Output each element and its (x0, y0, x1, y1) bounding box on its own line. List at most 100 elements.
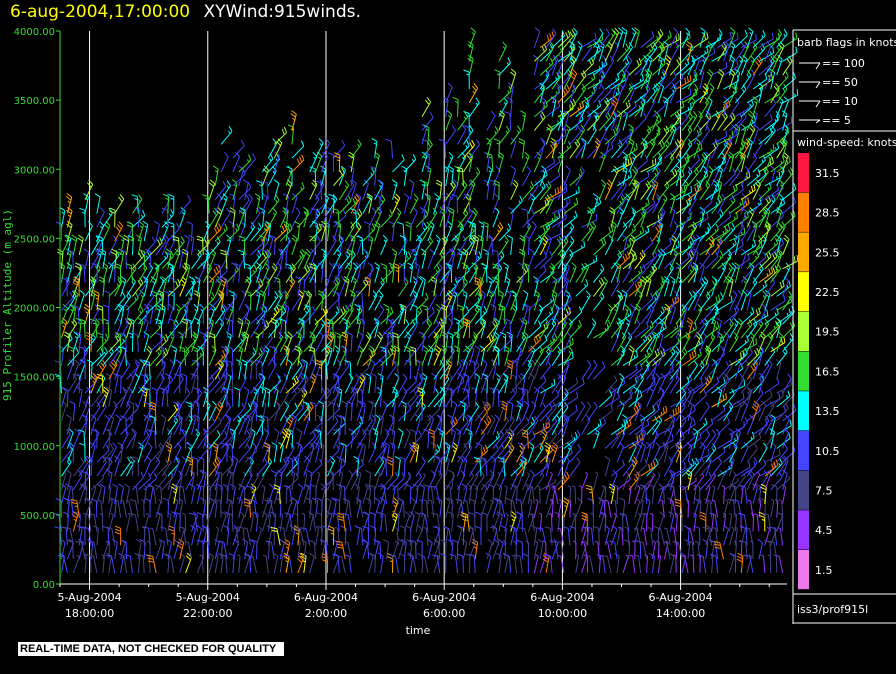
barb-half-flag (134, 297, 137, 301)
barb-shaft (380, 405, 388, 422)
wind-barb (393, 262, 400, 283)
barb-flag (304, 266, 308, 273)
barb-shaft (397, 542, 404, 560)
barb-half-flag (120, 239, 124, 242)
barb-shaft (397, 432, 404, 449)
wind-barb (114, 221, 124, 242)
wind-barb (267, 194, 280, 214)
wind-barb (126, 373, 135, 394)
wind-barb (154, 220, 160, 242)
wind-barb (256, 526, 262, 546)
barb-shaft (362, 487, 369, 504)
barb-flag (208, 182, 215, 187)
barb-half-flag (393, 504, 397, 508)
barb-half-flag (315, 526, 319, 530)
barb-flag (405, 525, 412, 529)
barb-flag (268, 483, 275, 489)
barb-half-flag (117, 308, 121, 312)
barb-flag (74, 265, 81, 270)
barb-flag (224, 223, 228, 230)
barb-half-flag (210, 280, 214, 284)
barb-half-flag (299, 255, 302, 259)
wind-barb (263, 554, 269, 573)
barb-half-flag (294, 512, 298, 515)
barb-shaft (161, 198, 171, 214)
barb-half-flag (263, 554, 267, 557)
barb-flag (247, 403, 252, 409)
wind-barb (374, 262, 380, 283)
wind-barb (380, 400, 388, 422)
wind-barb (155, 458, 169, 477)
barb-half-flag (91, 337, 95, 341)
barb-flag (418, 430, 422, 437)
barb-shaft (61, 433, 71, 449)
barb-shaft (61, 281, 71, 297)
barb-flag (320, 318, 326, 324)
barb-flag (147, 557, 154, 560)
wind-barb (291, 193, 298, 214)
barb-flag (404, 277, 409, 283)
barb-flag (140, 471, 145, 478)
barb-shaft (374, 376, 377, 394)
barb-flag (154, 332, 161, 336)
barb-flag (151, 236, 156, 243)
barb-flag (336, 543, 343, 546)
wind-barb (327, 262, 335, 283)
barb-shaft (78, 363, 86, 380)
barb-shaft (403, 394, 417, 408)
barb-shaft (309, 556, 315, 574)
wind-barb (397, 428, 404, 449)
barb-flag (405, 221, 412, 225)
barb-flag (414, 262, 420, 267)
barb-flag (71, 501, 78, 505)
barb-flag (347, 319, 352, 326)
barb-shaft (143, 335, 150, 352)
barb-flag (327, 152, 334, 156)
barb-half-flag (190, 280, 195, 284)
barb-half-flag (95, 297, 99, 300)
barb-half-flag (226, 185, 230, 189)
wind-barb (244, 402, 257, 422)
barb-half-flag (179, 485, 184, 488)
barb-half-flag (76, 554, 80, 558)
barb-shaft (288, 556, 293, 573)
barb-flag (344, 180, 350, 186)
barb-shaft (214, 186, 227, 201)
barb-shaft (111, 528, 116, 546)
barb-flag (242, 179, 249, 184)
barb-flag (323, 323, 330, 328)
barb-half-flag (318, 156, 321, 160)
barb-flag (218, 416, 222, 423)
barb-flag (337, 515, 344, 519)
barb-half-flag (157, 352, 160, 356)
barb-half-flag (174, 324, 178, 328)
barb-half-flag (149, 527, 153, 530)
wind-barb (380, 234, 388, 256)
barb-flag (228, 125, 233, 132)
barb-flag (135, 402, 139, 409)
barb-flag (212, 442, 219, 447)
wind-barb (64, 526, 74, 546)
barb-flag (311, 305, 316, 312)
barb-flag (347, 195, 352, 202)
barb-half-flag (406, 256, 409, 260)
barb-shaft (72, 403, 76, 421)
barb-shaft (409, 406, 421, 422)
barb-flag (316, 236, 321, 242)
barb-shaft (267, 364, 277, 380)
barb-shaft (368, 446, 377, 463)
barb-shaft (368, 556, 374, 574)
wind-barb (161, 193, 171, 214)
barb-half-flag (317, 471, 321, 474)
barb-half-flag (217, 499, 221, 502)
wind-barb (66, 290, 77, 311)
barb-flag (305, 497, 312, 502)
barb-shaft (305, 528, 311, 546)
barb-shaft (344, 435, 357, 449)
barb-shaft (232, 408, 245, 422)
barb-flag (77, 237, 83, 242)
barb-flag (248, 154, 252, 161)
barb-shaft (102, 418, 110, 435)
barb-flag (362, 248, 369, 253)
barb-flag (300, 538, 307, 543)
